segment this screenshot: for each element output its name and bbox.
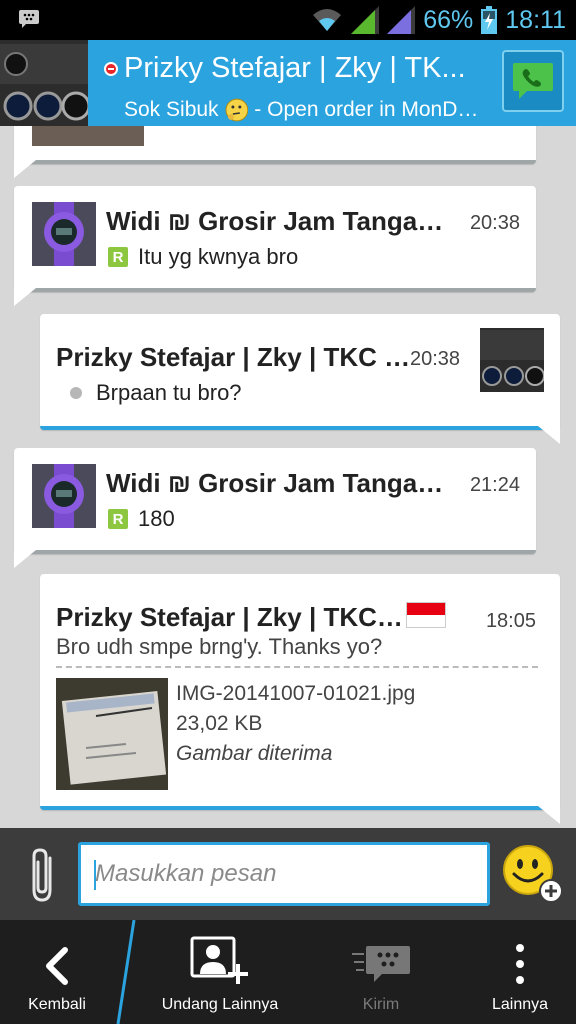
invite-others-button[interactable]: Undang Lainnya — [140, 920, 300, 1024]
read-receipt-icon: R — [108, 247, 128, 267]
message-bubble[interactable]: Prizky Stefajar | Zky | TKC 0... 20:38 B… — [40, 314, 560, 444]
invite-others-label: Undang Lainnya — [161, 996, 279, 1013]
send-label: Kirim — [362, 996, 400, 1013]
avatar[interactable] — [32, 464, 96, 528]
sent-status-icon — [70, 387, 82, 399]
message-text: Brpaan tu bro? — [96, 380, 242, 405]
message-bubble[interactable]: Widi ₪ Grosir Jam Tangan ... 21:24 R 180 — [14, 448, 536, 568]
emoticon-add-icon[interactable] — [502, 844, 564, 906]
message-body: Brpaan tu bro? — [66, 380, 242, 406]
signal-icon — [351, 6, 380, 34]
back-label: Kembali — [28, 996, 86, 1013]
bubble-tail — [14, 288, 36, 306]
bbm-send-icon — [352, 946, 410, 982]
message-body: R Itu yg kwnya bro — [108, 244, 298, 270]
avatar[interactable] — [32, 202, 96, 266]
message-time: 20:38 — [410, 348, 461, 370]
invite-contact-icon — [190, 936, 248, 984]
message-text: 180 — [138, 506, 175, 531]
more-vertical-icon — [516, 944, 524, 984]
more-options-label: Lainnya — [491, 996, 549, 1013]
message-time: 20:38 — [469, 212, 520, 234]
message-bubble[interactable]: Widi ₪ Grosir Jam Tangan ... 20:38 R Itu… — [14, 186, 536, 306]
bubble-tail — [14, 550, 36, 568]
send-button[interactable]: Kirim — [326, 920, 436, 1024]
sender-name: Prizky Stefajar | Zky | TKC 002 — [56, 602, 406, 632]
sender-name: Prizky Stefajar | Zky | TKC 0... — [56, 342, 412, 372]
message-time: 21:24 — [469, 474, 520, 496]
attachment-status: Gambar diterima — [176, 742, 333, 765]
battery-percent: 66% — [423, 5, 474, 34]
attach-paperclip-icon[interactable] — [26, 846, 60, 904]
message-text: Itu yg kwnya bro — [138, 244, 299, 269]
bubble-tail — [14, 160, 36, 178]
contact-status: Sok Sibuk - Open order in MonDa... — [124, 98, 484, 122]
bbm-notification-icon — [19, 10, 39, 28]
message-body: R 180 — [108, 506, 175, 532]
back-chevron-icon — [46, 947, 68, 985]
sender-name: Widi ₪ Grosir Jam Tangan ... — [106, 206, 456, 236]
more-options-button[interactable]: Lainnya — [470, 920, 570, 1024]
back-button[interactable]: Kembali — [0, 920, 114, 1024]
call-button[interactable] — [502, 50, 564, 112]
bubble-tail — [538, 806, 560, 824]
bubble-tail — [538, 426, 560, 444]
signal-icon — [387, 6, 416, 34]
contact-name: Prizky Stefajar | Zky | TK... — [124, 52, 466, 84]
read-receipt-icon: R — [108, 509, 128, 529]
chat-header[interactable]: Prizky Stefajar | Zky | TK... Sok Sibuk … — [0, 40, 576, 126]
status-text: Sok Sibuk — [124, 98, 219, 121]
sender-name: Widi ₪ Grosir Jam Tangan ... — [106, 468, 456, 498]
message-bubble[interactable]: Prizky Stefajar | Zky | TKC 002 18:05 Br… — [40, 574, 560, 824]
nav-divider — [116, 920, 136, 1024]
message-image-preview[interactable] — [32, 126, 144, 146]
indonesia-flag-icon — [406, 602, 446, 628]
message-input[interactable] — [78, 842, 490, 906]
chat-messages[interactable]: Widi ₪ Grosir Jam Tangan ... 20:38 R Itu… — [0, 126, 576, 828]
contact-avatar[interactable] — [0, 40, 88, 126]
message-bubble[interactable] — [14, 126, 536, 178]
wifi-icon — [313, 9, 342, 31]
bottom-action-bar: Kembali Undang Lainnya Kirim Lainnya — [0, 920, 576, 1024]
text-caret — [94, 860, 96, 890]
attachment-filename[interactable]: IMG-20141007-01021.jpg — [176, 682, 415, 706]
phone-call-icon — [513, 63, 553, 99]
avatar[interactable] — [480, 328, 544, 392]
message-text: Bro udh smpe brng'y. Thanks yo? — [56, 634, 383, 659]
message-time: 18:05 — [485, 610, 536, 632]
battery-charging-icon — [481, 6, 498, 34]
status-message: - Open order in MonDa... — [254, 98, 484, 121]
composer-bar — [0, 828, 576, 920]
message-body: Bro udh smpe brng'y. Thanks yo? — [56, 634, 382, 660]
divider — [56, 666, 538, 668]
attachment-size: 23,02 KB — [176, 712, 263, 735]
thinking-emoji-icon — [225, 98, 248, 122]
status-bar: 66% 18:11 — [0, 0, 576, 40]
attachment-thumbnail[interactable] — [56, 678, 168, 790]
clock-time: 18:11 — [505, 5, 566, 34]
busy-icon — [104, 61, 118, 76]
